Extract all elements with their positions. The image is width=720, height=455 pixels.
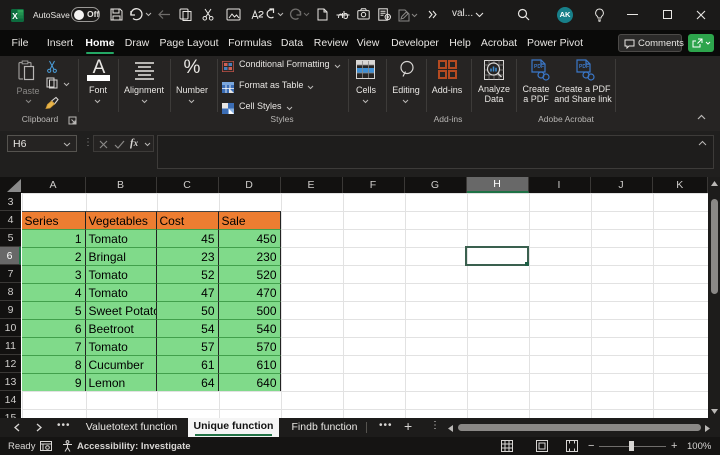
svg-text:PDF: PDF <box>579 64 589 70</box>
svg-text:PDF: PDF <box>534 64 544 70</box>
svg-text:X: X <box>12 11 18 21</box>
